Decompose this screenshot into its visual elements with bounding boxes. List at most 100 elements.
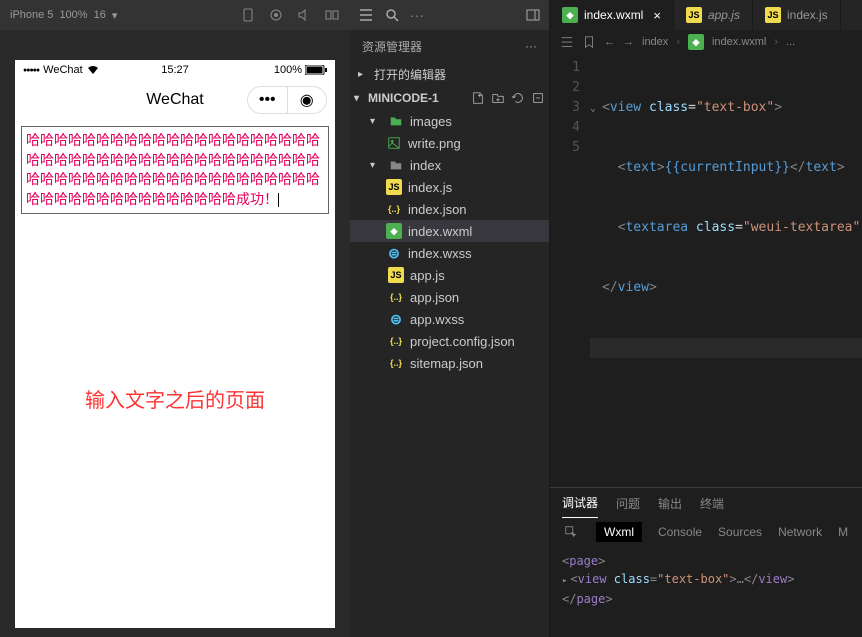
image-file-icon (386, 135, 402, 151)
capsule-close-button[interactable]: ◉ (288, 87, 327, 113)
text-box[interactable]: 哈哈哈哈哈哈哈哈哈哈哈哈哈哈哈哈哈哈哈哈哈哈哈哈哈哈哈哈哈哈哈哈哈哈哈哈哈哈哈哈… (21, 126, 329, 214)
phone-status-bar: ●●●●● WeChat 15:27 100% (15, 60, 335, 80)
chevron-down-icon: ▾ (354, 93, 366, 104)
inspect-icon[interactable] (562, 523, 580, 541)
code-content[interactable]: ⌄<view class="text-box"> <text>{{current… (590, 54, 862, 487)
new-folder-icon[interactable] (491, 91, 505, 105)
file-index-wxml[interactable]: ◆ index.wxml (350, 220, 549, 242)
simulator-toolbar: iPhone 5 100% 16 ▾ (0, 0, 350, 30)
device-fontsize[interactable]: 16 (94, 9, 106, 21)
file-index-js[interactable]: JS index.js (350, 176, 549, 198)
explorer-title-bar: 资源管理器 ··· (350, 30, 549, 62)
tab-debugger[interactable]: 调试器 (562, 488, 598, 518)
phone-content: 哈哈哈哈哈哈哈哈哈哈哈哈哈哈哈哈哈哈哈哈哈哈哈哈哈哈哈哈哈哈哈哈哈哈哈哈哈哈哈哈… (15, 120, 335, 419)
file-index-wxss[interactable]: ⊜ index.wxss (350, 242, 549, 264)
line-number: 3 (550, 98, 580, 118)
cursor-icon (278, 193, 279, 207)
refresh-icon[interactable] (511, 91, 525, 105)
chevron-right-icon: › (676, 36, 680, 48)
js-file-icon: JS (765, 7, 781, 23)
file-project-config[interactable]: {..} project.config.json (350, 330, 549, 352)
chevron-down-icon: ▾ (370, 116, 382, 127)
tab-app-js[interactable]: JS app.js (674, 0, 753, 30)
wxml-file-icon: ◆ (688, 34, 704, 50)
panel-tabs: 调试器 问题 输出 终端 (550, 488, 862, 518)
editor-panel: ◆ index.wxml × JS app.js JS index.js ← →… (550, 0, 862, 637)
search-icon[interactable] (384, 7, 400, 23)
forward-icon[interactable]: → (623, 36, 634, 48)
device-rotate-icon[interactable] (240, 7, 256, 23)
tab-output[interactable]: 输出 (658, 489, 682, 518)
devtools-tabs: Wxml Console Sources Network M (550, 518, 862, 546)
wxml-file-icon: ◆ (562, 7, 578, 23)
file-label: app.js (410, 268, 445, 283)
line-number: 1 (550, 58, 580, 78)
record-icon[interactable] (268, 7, 284, 23)
open-editors-label: 打开的编辑器 (374, 66, 446, 83)
new-file-icon[interactable] (471, 91, 485, 105)
subtab-console[interactable]: Console (658, 525, 702, 539)
file-write-png[interactable]: write.png (350, 132, 549, 154)
editor-tabs: ◆ index.wxml × JS app.js JS index.js (550, 0, 862, 30)
more-actions-icon[interactable]: ··· (525, 39, 537, 53)
split-icon[interactable] (324, 7, 340, 23)
json-file-icon: {..} (388, 289, 404, 305)
file-sitemap[interactable]: {..} sitemap.json (350, 352, 549, 374)
page-title: WeChat (146, 91, 204, 109)
line-number: 2 (550, 78, 580, 98)
expand-icon[interactable]: ▸ (562, 576, 567, 586)
subtab-sources[interactable]: Sources (718, 525, 762, 539)
battery-icon (305, 65, 327, 75)
line-gutter: 1 2 3 4 5 (550, 54, 590, 487)
breadcrumb-item[interactable]: ... (786, 36, 795, 48)
tab-index-wxml[interactable]: ◆ index.wxml × (550, 0, 674, 30)
folder-images[interactable]: ▾ images (350, 110, 549, 132)
open-editors-section[interactable]: ▸ 打开的编辑器 (350, 62, 549, 86)
capsule-menu-button[interactable]: ••• (248, 87, 288, 113)
folder-label: images (410, 114, 452, 129)
back-icon[interactable]: ← (604, 36, 615, 48)
breadcrumb-item[interactable]: index (642, 36, 668, 48)
tab-terminal[interactable]: 终端 (700, 489, 724, 518)
file-app-wxss[interactable]: ⊜ app.wxss (350, 308, 549, 330)
file-label: app.wxss (410, 312, 464, 327)
panel-toggle-icon[interactable] (525, 7, 541, 23)
wxss-file-icon: ⊜ (388, 311, 404, 327)
phone-nav-bar: WeChat ••• ◉ (15, 80, 335, 120)
file-app-js[interactable]: JS app.js (350, 264, 549, 286)
collapse-icon[interactable] (531, 91, 545, 105)
chevron-down-icon: ▾ (370, 160, 382, 171)
file-label: write.png (408, 136, 461, 151)
file-label: index.wxss (408, 246, 472, 261)
folder-index[interactable]: ▾ index (350, 154, 549, 176)
subtab-more[interactable]: M (838, 525, 848, 539)
file-label: index.js (408, 180, 452, 195)
chevron-down-icon[interactable]: ▾ (112, 9, 118, 22)
subtab-wxml[interactable]: Wxml (596, 522, 642, 542)
explorer-title-label: 资源管理器 (362, 38, 422, 55)
folder-icon (388, 157, 404, 173)
subtab-network[interactable]: Network (778, 525, 822, 539)
line-number: 5 (550, 138, 580, 158)
project-section[interactable]: ▾ MINICODE-1 (350, 86, 549, 110)
tab-index-js[interactable]: JS index.js (753, 0, 841, 30)
breadcrumb-item[interactable]: index.wxml (712, 36, 766, 48)
code-editor[interactable]: 1 2 3 4 5 ⌄<view class="text-box"> <text… (550, 54, 862, 487)
bookmark-icon[interactable] (582, 35, 596, 49)
file-index-json[interactable]: {..} index.json (350, 198, 549, 220)
chevron-right-icon: › (774, 36, 778, 48)
wxml-inspector[interactable]: <page> ▸<view class="text-box">…</view> … (550, 546, 862, 637)
tab-issues[interactable]: 问题 (616, 489, 640, 518)
file-label: index.wxml (408, 224, 472, 239)
list-icon[interactable] (358, 7, 374, 23)
mute-icon[interactable] (296, 7, 312, 23)
close-icon[interactable]: × (653, 8, 661, 23)
device-name[interactable]: iPhone 5 (10, 9, 53, 21)
more-icon[interactable]: ··· (410, 7, 424, 23)
list-icon[interactable] (560, 35, 574, 49)
file-app-json[interactable]: {..} app.json (350, 286, 549, 308)
device-zoom[interactable]: 100% (59, 9, 87, 21)
explorer-panel: ··· 资源管理器 ··· ▸ 打开的编辑器 ▾ MINICODE-1 ▾ i (350, 0, 550, 637)
js-file-icon: JS (386, 179, 402, 195)
json-file-icon: {..} (388, 333, 404, 349)
